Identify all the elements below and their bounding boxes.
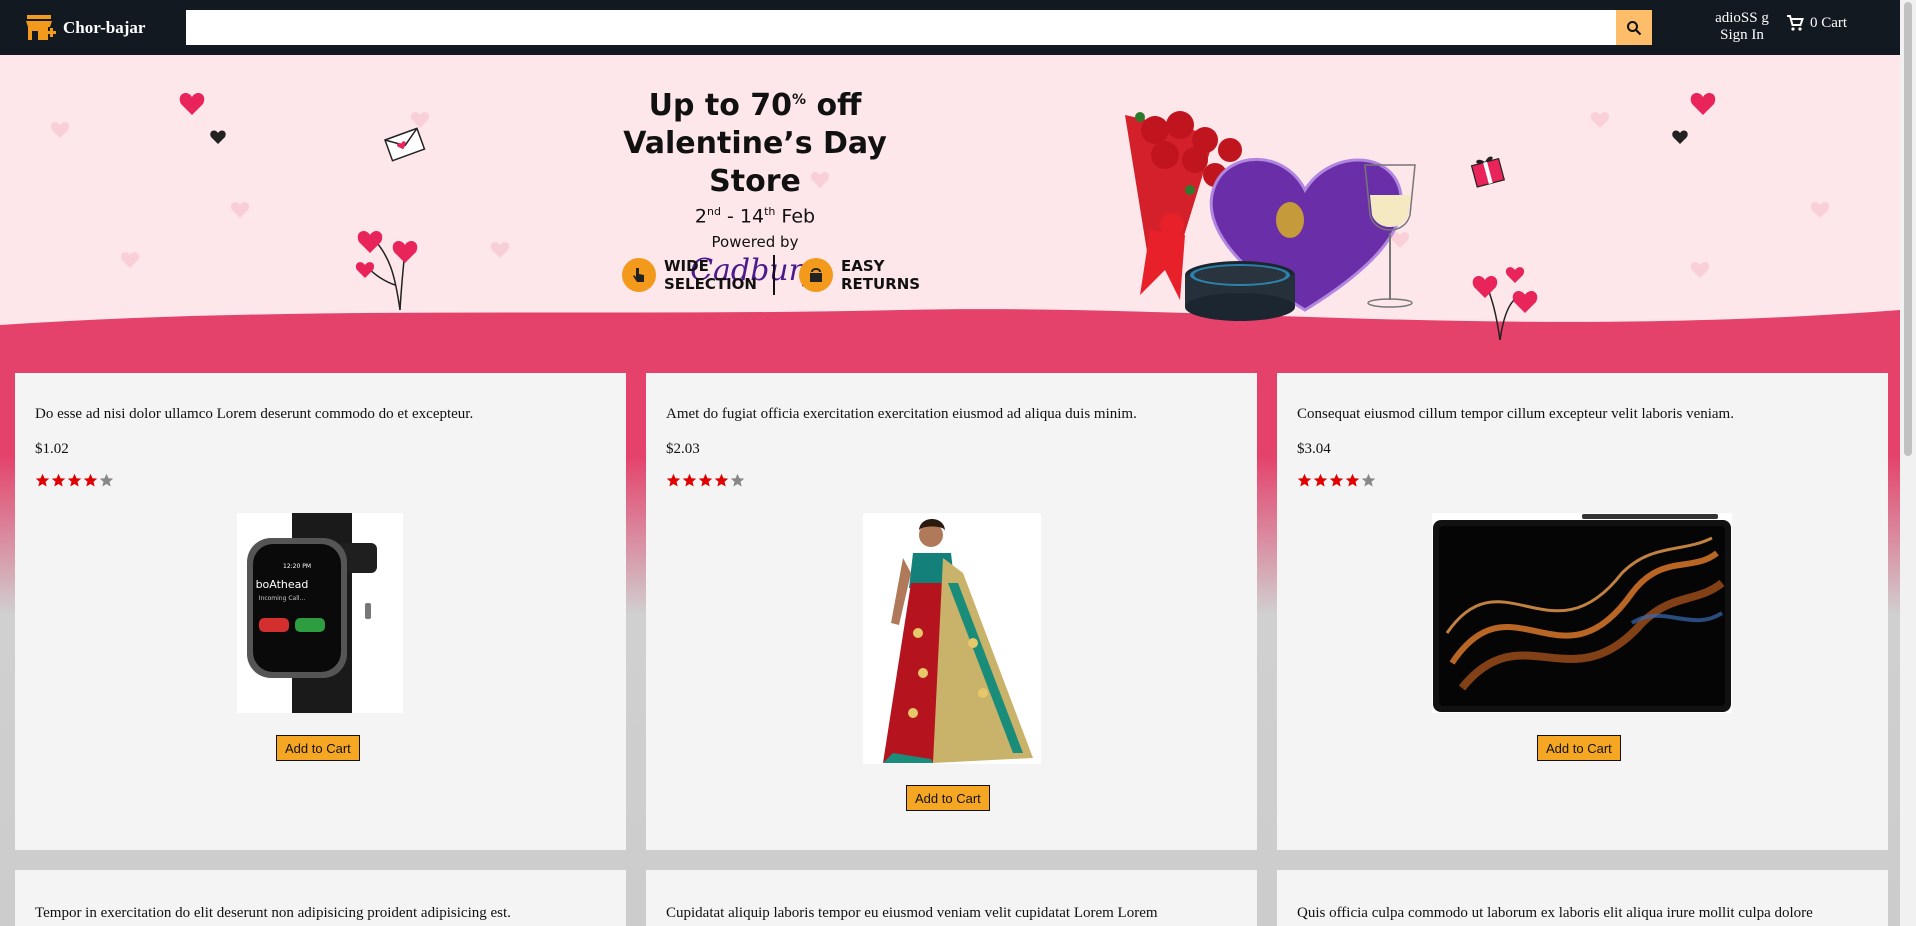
star-empty-icon (99, 473, 114, 487)
product-card: Quis officia culpa commodo ut laborum ex… (1277, 870, 1888, 926)
search-bar (186, 10, 1652, 45)
search-button[interactable] (1616, 10, 1652, 45)
add-to-cart-button[interactable]: Add to Cart (1537, 735, 1621, 761)
product-image-tablet[interactable] (1432, 513, 1732, 713)
product-price: $1.02 (35, 441, 69, 457)
star-filled-icon (1345, 473, 1360, 487)
product-title[interactable]: Amet do fugiat officia exercitation exer… (666, 406, 1137, 423)
cart-icon (1787, 15, 1804, 31)
star-filled-icon (83, 473, 98, 487)
store-icon (26, 14, 56, 40)
banner-powered-by: Powered by (711, 233, 799, 252)
star-filled-icon (698, 473, 713, 487)
add-to-cart-button[interactable]: Add to Cart (276, 735, 360, 761)
account-name: adioSS g (1715, 10, 1769, 26)
star-filled-icon (35, 473, 50, 487)
svg-text:12:20 PM: 12:20 PM (283, 563, 311, 570)
product-title[interactable]: Consequat eiusmod cillum tempor cillum e… (1297, 406, 1734, 423)
star-filled-icon (51, 473, 66, 487)
promo-banner[interactable]: Up to 70% off Valentine’s Day Store 2nd … (0, 55, 1900, 375)
banner-features: WIDE SELECTION EASY RETURNS (622, 255, 920, 295)
logo-text: Chor-bajar (63, 17, 146, 37)
search-icon (1627, 20, 1642, 35)
star-filled-icon (1313, 473, 1328, 487)
hand-pointer-icon (622, 258, 656, 292)
product-rating (666, 473, 746, 488)
svg-text:boAthead: boAthead (256, 578, 309, 591)
add-to-cart-button[interactable]: Add to Cart (906, 785, 990, 811)
star-filled-icon (1297, 473, 1312, 487)
product-image-saree[interactable] (863, 513, 1041, 764)
product-price: $2.03 (666, 441, 700, 457)
product-card: Cupidatat aliquip laboris tempor eu eius… (646, 870, 1257, 926)
product-title[interactable]: Quis officia culpa commodo ut laborum ex… (1297, 905, 1813, 922)
top-navbar: Chor-bajar adioSS g Sign In 0 Cart (0, 0, 1900, 55)
star-filled-icon (1329, 473, 1344, 487)
star-filled-icon (666, 473, 681, 487)
product-rating (35, 473, 115, 488)
product-title[interactable]: Cupidatat aliquip laboris tempor eu eius… (666, 905, 1158, 922)
sign-in-link[interactable]: Sign In (1700, 27, 1784, 44)
scrollbar-thumb[interactable] (1904, 2, 1912, 456)
cart-label: 0 Cart (1810, 14, 1848, 31)
feature-easy-returns: EASY RETURNS (798, 257, 920, 293)
vertical-scrollbar[interactable] (1900, 0, 1916, 926)
product-card: Amet do fugiat officia exercitation exer… (646, 373, 1257, 850)
banner-store-name: Valentine’s Day Store (623, 126, 887, 199)
feature-divider (772, 255, 775, 295)
product-image-smartwatch[interactable]: 12:20 PM boAthead Incoming Call... (237, 513, 403, 713)
product-title[interactable]: Do esse ad nisi dolor ullamco Lorem dese… (35, 406, 473, 423)
product-card: Tempor in exercitation do elit deserunt … (15, 870, 626, 926)
star-empty-icon (730, 473, 745, 487)
star-filled-icon (714, 473, 729, 487)
product-title[interactable]: Tempor in exercitation do elit deserunt … (35, 905, 511, 922)
product-card: Do esse ad nisi dolor ullamco Lorem dese… (15, 373, 626, 850)
account-menu[interactable]: adioSS g Sign In (1700, 10, 1784, 44)
search-input[interactable] (186, 10, 1616, 45)
feature-wide-selection: WIDE SELECTION (622, 257, 757, 293)
return-box-icon (798, 258, 833, 292)
cart-link[interactable]: 0 Cart (1786, 14, 1847, 32)
banner-offer: Up to 70% off (648, 88, 862, 123)
star-filled-icon (682, 473, 697, 487)
svg-text:Incoming Call...: Incoming Call... (259, 595, 306, 602)
banner-wave (0, 93, 1900, 375)
banner-dates: 2nd - 14th Feb (694, 205, 816, 228)
star-filled-icon (67, 473, 82, 487)
logo[interactable]: Chor-bajar (25, 13, 185, 43)
product-rating (1297, 473, 1377, 488)
product-price: $3.04 (1297, 441, 1331, 457)
star-empty-icon (1361, 473, 1376, 487)
product-card: Consequat eiusmod cillum tempor cillum e… (1277, 373, 1888, 850)
